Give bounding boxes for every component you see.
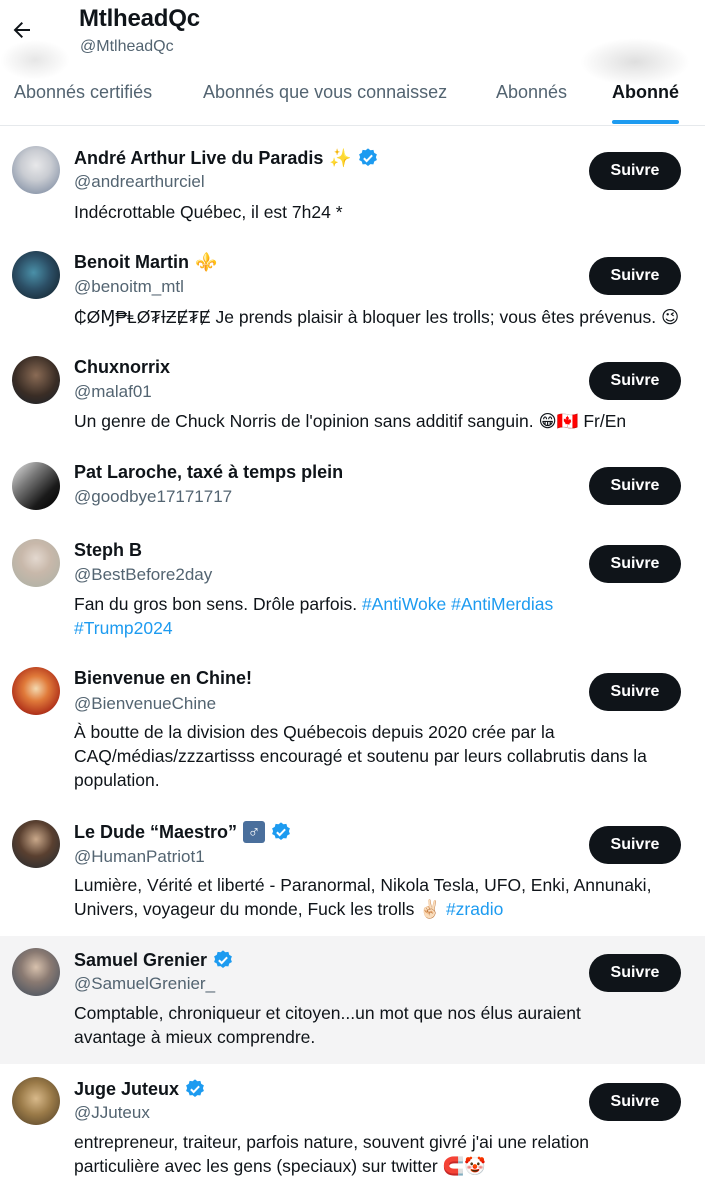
tab-following[interactable]: Abonné <box>612 82 679 103</box>
user-bio: ₵ØⱮ₱ⱠØ₮ƗƵɆ₮Ɇ Je prends plaisir à bloquer… <box>74 307 680 327</box>
avatar[interactable] <box>12 948 60 996</box>
avatar[interactable] <box>12 820 60 868</box>
user-row[interactable]: Benoit Martin ⚜️ @benoitm_mtl ₵ØⱮ₱ⱠØ₮ƗƵɆ… <box>0 231 705 336</box>
follow-button[interactable]: Suivre <box>589 826 681 864</box>
user-row[interactable]: Samuel Grenier @SamuelGrenier_ Comptable… <box>0 936 705 1064</box>
follow-button[interactable]: Suivre <box>589 467 681 505</box>
back-arrow-icon[interactable] <box>10 18 38 46</box>
avatar[interactable] <box>12 146 60 194</box>
user-handle: @goodbye17171717 <box>74 487 233 506</box>
user-name[interactable]: Bienvenue en Chine! <box>74 668 252 689</box>
user-handle: @BestBefore2day <box>74 565 213 584</box>
user-bio: Lumière, Vérité et liberté - Paranormal,… <box>74 875 652 919</box>
user-handle: @malaf01 <box>74 382 152 401</box>
avatar[interactable] <box>12 1077 60 1125</box>
user-row[interactable]: Pat Laroche, taxé à temps plein @goodbye… <box>0 441 705 527</box>
user-name[interactable]: Pat Laroche, taxé à temps plein <box>74 462 343 483</box>
hashtag-link[interactable]: #zradio <box>446 899 503 919</box>
user-name[interactable]: André Arthur Live du Paradis <box>74 148 323 169</box>
user-bio: Indécrottable Québec, il est 7h24 * <box>74 202 343 222</box>
follow-button[interactable]: Suivre <box>589 954 681 992</box>
follow-button[interactable]: Suivre <box>589 362 681 400</box>
tab-followers[interactable]: Abonnés <box>496 82 567 103</box>
verified-badge-icon <box>272 822 290 840</box>
user-handle: @JJuteux <box>74 1103 150 1122</box>
user-row[interactable]: Chuxnorrix @malaf01 Un genre de Chuck No… <box>0 336 705 441</box>
tab-bar: Abonnés certifiés Abonnés que vous conna… <box>0 78 705 126</box>
user-handle: @benoitm_mtl <box>74 277 184 296</box>
user-handle: @SamuelGrenier_ <box>74 974 216 993</box>
follow-button[interactable]: Suivre <box>589 545 681 583</box>
user-name[interactable]: Le Dude “Maestro” <box>74 822 237 843</box>
user-name[interactable]: Chuxnorrix <box>74 357 170 378</box>
user-row[interactable]: Le Dude “Maestro” ♂ @HumanPatriot1 Lumiè… <box>0 809 705 936</box>
verified-badge-icon <box>214 950 232 968</box>
user-row[interactable]: Steph B @BestBefore2day Fan du gros bon … <box>0 527 705 656</box>
profile-handle: @MtlheadQc <box>80 38 174 55</box>
profile-header: MtlheadQc @MtlheadQc Abonnés certifiés A… <box>0 0 705 126</box>
tab-verified-followers[interactable]: Abonnés certifiés <box>14 82 152 103</box>
user-handle: @BienvenueChine <box>74 694 217 713</box>
user-row[interactable]: André Arthur Live du Paradis ✨ @andreart… <box>0 126 705 231</box>
user-bio: entrepreneur, traiteur, parfois nature, … <box>74 1132 590 1176</box>
avatar[interactable] <box>12 539 60 587</box>
avatar[interactable] <box>12 667 60 715</box>
user-bio: Comptable, chroniqueur et citoyen...un m… <box>74 1003 581 1047</box>
follow-button[interactable]: Suivre <box>589 152 681 190</box>
hashtag-link[interactable]: #AntiWoke #AntiMerdias <box>362 594 553 614</box>
follow-button[interactable]: Suivre <box>589 1083 681 1121</box>
user-bio: Un genre de Chuck Norris de l'opinion sa… <box>74 411 627 431</box>
user-handle: @HumanPatriot1 <box>74 847 205 866</box>
verified-badge-icon <box>358 148 377 166</box>
active-tab-indicator <box>612 120 679 124</box>
avatar[interactable] <box>12 462 60 510</box>
hashtag-link[interactable]: #Trump2024 <box>74 618 173 638</box>
verified-badge-icon <box>186 1079 204 1097</box>
user-bio: Fan du gros bon sens. Drôle parfois. #An… <box>74 594 554 638</box>
user-name[interactable]: Benoit Martin <box>74 252 189 273</box>
avatar[interactable] <box>12 356 60 404</box>
user-name[interactable]: Steph B <box>74 540 142 561</box>
follow-button[interactable]: Suivre <box>589 673 681 711</box>
fleur-de-lis-emoji: ⚜️ <box>195 252 218 272</box>
user-bio: À boutte de la division des Québecois de… <box>74 722 647 790</box>
male-sign-emoji: ♂ <box>243 821 266 843</box>
avatar[interactable] <box>12 251 60 299</box>
sparkles-emoji: ✨ <box>329 147 352 168</box>
profile-name: MtlheadQc <box>79 5 200 32</box>
user-row[interactable]: Juge Juteux @JJuteux entrepreneur, trait… <box>0 1064 705 1200</box>
user-name[interactable]: Samuel Grenier <box>74 950 207 971</box>
tab-followers-you-know[interactable]: Abonnés que vous connaissez <box>203 82 447 103</box>
user-row[interactable]: Bienvenue en Chine! @BienvenueChine À bo… <box>0 656 705 809</box>
user-name[interactable]: Juge Juteux <box>74 1079 179 1100</box>
user-handle: @andrearthurciel <box>74 172 205 191</box>
follow-button[interactable]: Suivre <box>589 257 681 295</box>
